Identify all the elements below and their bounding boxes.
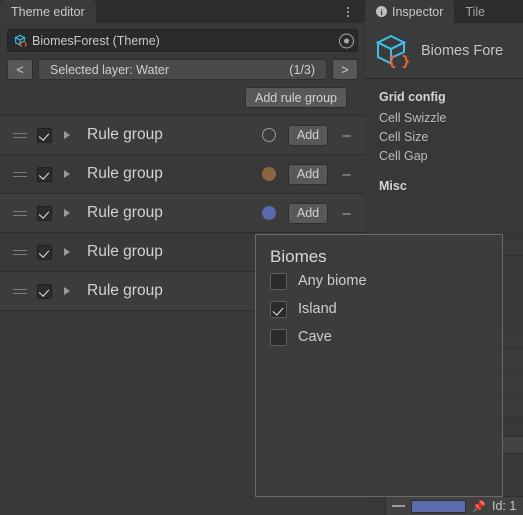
theme-asset-cube-icon	[13, 34, 27, 48]
remove-rule-group-button[interactable]: –	[340, 206, 353, 221]
color-swatch[interactable]	[411, 499, 466, 513]
table-row[interactable]: Rule group Add –	[0, 194, 365, 233]
property-label-cell-swizzle: Cell Swizzle	[379, 111, 447, 125]
rule-group-enabled-checkbox[interactable]	[37, 244, 52, 260]
chevron-right-icon[interactable]	[64, 248, 70, 256]
biomes-option-label: Island	[298, 301, 337, 317]
kebab-menu-icon[interactable]	[341, 0, 355, 23]
drag-handle-icon[interactable]	[13, 288, 27, 294]
table-row[interactable]: Rule group Add –	[0, 116, 365, 155]
layer-navigation: < Selected layer: Water (1/3) >	[7, 59, 358, 80]
tab-inspector-label: Inspector	[392, 4, 444, 19]
rule-group-label: Rule group	[87, 282, 163, 299]
biomes-option-cave[interactable]: Cave	[256, 323, 502, 351]
tab-theme-editor[interactable]: Theme editor	[0, 0, 96, 23]
chevron-right-icon[interactable]	[64, 287, 70, 295]
chevron-right-icon[interactable]	[64, 170, 70, 178]
biome-color-dot[interactable]	[262, 167, 276, 181]
rule-group-enabled-checkbox[interactable]	[37, 166, 52, 182]
biomes-popup-title: Biomes	[270, 247, 327, 266]
rule-group-label: Rule group	[87, 204, 163, 221]
inspector-bottom-bar: 📌 Id: 1	[385, 496, 523, 515]
dash-icon	[392, 505, 405, 507]
biomes-checkbox-cave[interactable]	[270, 328, 287, 346]
drag-handle-icon[interactable]	[13, 210, 27, 216]
next-layer-button[interactable]: >	[332, 59, 358, 80]
rule-group-enabled-checkbox[interactable]	[37, 205, 52, 221]
tab-inspector[interactable]: i Inspector	[365, 0, 455, 23]
add-rule-button[interactable]: Add	[288, 163, 328, 185]
biomes-popup: Biomes Any biome Island Cave	[255, 234, 503, 497]
inspector-asset-title: Biomes Fore	[421, 42, 504, 59]
biomes-checkbox-any-biome[interactable]	[270, 272, 287, 290]
selected-layer-field[interactable]: Selected layer: Water (1/3)	[38, 59, 327, 80]
section-title-misc: Misc	[379, 179, 407, 193]
rule-group-label: Rule group	[87, 126, 163, 143]
grid-config-section: Grid config Cell Swizzle Cell Size Cell …	[365, 79, 523, 193]
chevron-right-icon[interactable]	[64, 131, 70, 139]
biomes-option-island[interactable]: Island	[256, 295, 502, 323]
inspector-tabstrip: i Inspector Tile	[365, 0, 523, 23]
add-rule-group-row: Add rule group	[7, 87, 347, 108]
biomes-option-any-biome[interactable]: Any biome	[256, 267, 502, 295]
rule-group-label: Rule group	[87, 243, 163, 260]
biomes-checkbox-island[interactable]	[270, 300, 287, 318]
drag-handle-icon[interactable]	[13, 132, 27, 138]
remove-rule-group-button[interactable]: –	[340, 167, 353, 182]
prev-layer-button[interactable]: <	[7, 59, 33, 80]
selected-layer-label: Selected layer: Water	[50, 62, 170, 77]
chevron-right-icon[interactable]	[64, 209, 70, 217]
rule-group-label: Rule group	[87, 165, 163, 182]
property-label-cell-size: Cell Size	[379, 130, 429, 144]
scriptable-object-cube-icon	[373, 31, 413, 71]
biomes-option-label: Cave	[298, 329, 332, 345]
theme-editor-tabstrip: Theme editor	[0, 0, 365, 23]
object-picker-icon[interactable]	[339, 33, 354, 48]
info-icon: i	[376, 6, 387, 17]
property-label-cell-gap: Cell Gap	[379, 149, 428, 163]
app-root: Theme editor BiomesForest (Theme) < Sele…	[0, 0, 523, 515]
pin-icon[interactable]: 📌	[472, 500, 486, 513]
layer-counter: (1/3)	[289, 62, 315, 77]
rule-group-enabled-checkbox[interactable]	[37, 127, 52, 143]
biome-color-dot[interactable]	[262, 128, 276, 142]
drag-handle-icon[interactable]	[13, 249, 27, 255]
rule-group-enabled-checkbox[interactable]	[37, 283, 52, 299]
tab-tile[interactable]: Tile	[454, 0, 497, 23]
inspector-asset-header: Biomes Fore	[365, 23, 523, 79]
table-row[interactable]: Rule group Add –	[0, 155, 365, 194]
add-rule-button[interactable]: Add	[288, 202, 328, 224]
add-rule-group-button[interactable]: Add rule group	[244, 87, 347, 108]
section-title-grid-config: Grid config	[379, 90, 446, 104]
biome-color-dot[interactable]	[262, 206, 276, 220]
remove-rule-group-button[interactable]: –	[340, 128, 353, 143]
biomes-option-label: Any biome	[298, 273, 367, 289]
add-rule-button[interactable]: Add	[288, 124, 328, 146]
tab-theme-editor-label: Theme editor	[11, 4, 85, 19]
tab-tile-label: Tile	[465, 4, 486, 19]
id-label: Id: 1	[492, 499, 517, 513]
drag-handle-icon[interactable]	[13, 171, 27, 177]
theme-object-field-value: BiomesForest (Theme)	[32, 33, 160, 48]
theme-object-field[interactable]: BiomesForest (Theme)	[7, 29, 358, 52]
